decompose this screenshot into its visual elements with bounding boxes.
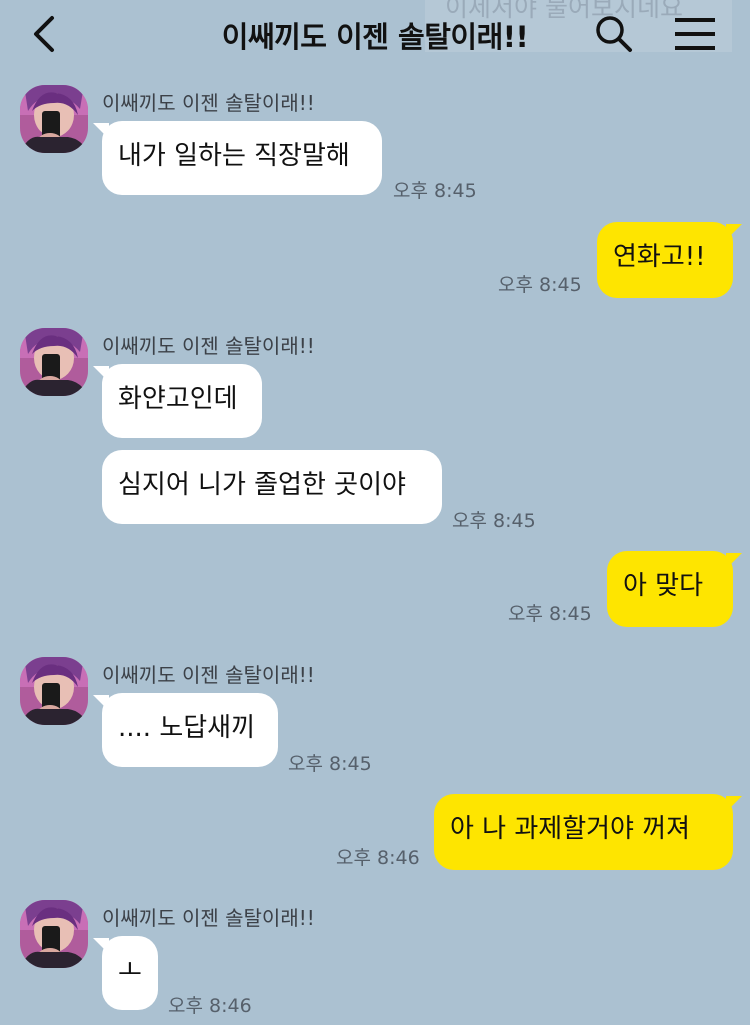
message-text: 내가 일하는 직장말해 xyxy=(118,141,350,171)
hamburger-menu-icon xyxy=(675,18,715,50)
message-text: ㅗ xyxy=(118,956,142,986)
sender-name: 이쌔끼도 이젠 솔탈이래!! xyxy=(102,906,315,930)
message-bubble-outgoing[interactable]: 연화고!! xyxy=(597,222,742,298)
sender-name: 이쌔끼도 이젠 솔탈이래!! xyxy=(102,663,315,687)
chat-title: 이쌔끼도 이젠 솔탈이래!! xyxy=(221,20,529,54)
menu-button[interactable] xyxy=(673,16,717,52)
message-text: 연화고!! xyxy=(613,242,706,272)
message-time: 오후 8:45 xyxy=(393,180,477,202)
search-icon xyxy=(596,16,632,52)
message-time: 오후 8:45 xyxy=(508,603,592,625)
sender-name: 이쌔끼도 이젠 솔탈이래!! xyxy=(102,334,315,358)
message-time: 오후 8:45 xyxy=(288,753,372,775)
message-time: 오후 8:45 xyxy=(498,274,582,296)
message-bubble-incoming[interactable]: 화얀고인데 xyxy=(93,364,262,438)
search-button[interactable] xyxy=(594,14,634,54)
message-bubble-incoming[interactable]: 심지어 니가 졸업한 곳이야 xyxy=(102,450,442,524)
message-bubble-incoming[interactable]: .... 노답새끼 xyxy=(93,693,278,767)
message-bubble-incoming[interactable]: 내가 일하는 직장말해 xyxy=(93,121,382,195)
message-bubble-outgoing[interactable]: 아 맞다 xyxy=(607,551,742,627)
message-bubble-incoming[interactable]: ㅗ xyxy=(93,936,158,1010)
message-text: .... 노답새끼 xyxy=(118,713,256,743)
message-text: 아 맞다 xyxy=(623,571,704,601)
sender-name: 이쌔끼도 이젠 솔탈이래!! xyxy=(102,91,315,115)
message-time: 오후 8:46 xyxy=(168,995,252,1017)
avatar[interactable] xyxy=(20,900,88,968)
message-text: 아 나 과제할거야 꺼져 xyxy=(450,814,691,844)
avatar[interactable] xyxy=(20,85,88,153)
message-text: 화얀고인데 xyxy=(118,384,238,414)
message-bubble-outgoing[interactable]: 아 나 과제할거야 꺼져 xyxy=(434,794,742,870)
message-time: 오후 8:46 xyxy=(336,847,420,869)
avatar[interactable] xyxy=(20,328,88,396)
avatar[interactable] xyxy=(20,657,88,725)
chat-header: 이제서야 물어보시네요 이쌔끼도 이젠 솔탈이래!! xyxy=(0,0,750,72)
message-time: 오후 8:45 xyxy=(452,510,536,532)
message-text: 심지어 니가 졸업한 곳이야 xyxy=(118,470,406,500)
